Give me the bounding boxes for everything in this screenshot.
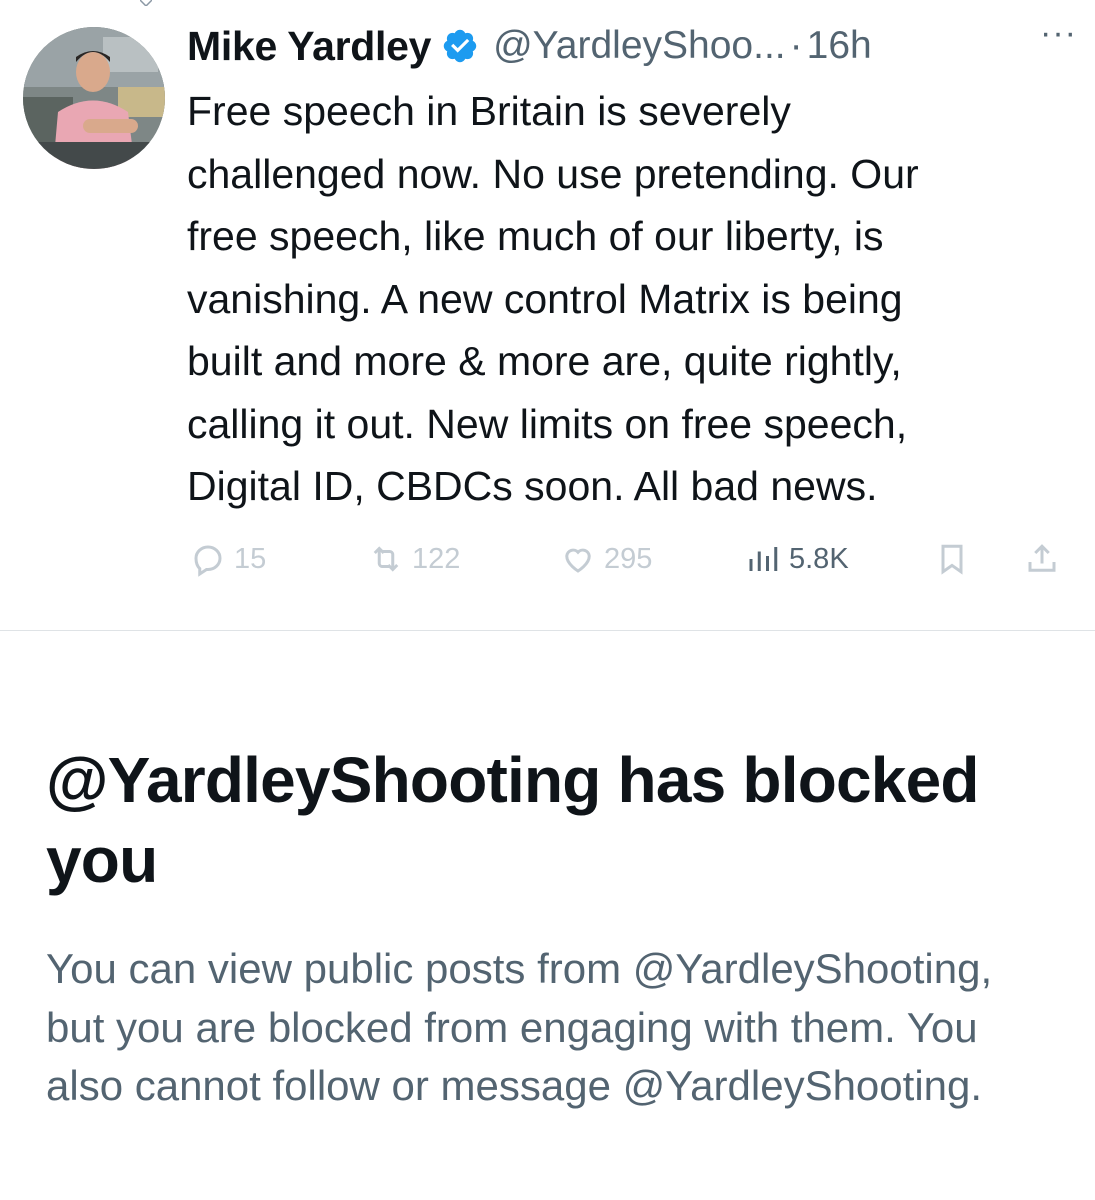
like-button[interactable]: 295 — [560, 535, 652, 583]
thread-caret-icon — [140, 0, 152, 6]
more-options-icon[interactable]: ··· — [1040, 14, 1077, 53]
blocked-title: @YardleyShooting has blocked you — [46, 744, 979, 896]
tweet-actions: 15 122 295 5.8K — [190, 535, 1070, 585]
separator-dot: · — [789, 24, 803, 67]
reply-count: 15 — [234, 542, 267, 575]
views-icon — [749, 547, 778, 571]
like-icon — [565, 548, 591, 573]
reply-icon — [194, 545, 222, 577]
tweet-header: Mike Yardley @YardleyShoo... · 16h — [187, 18, 1077, 74]
retweet-button[interactable]: 122 — [368, 535, 460, 583]
divider — [0, 630, 1095, 631]
like-count: 295 — [604, 542, 653, 575]
avatar[interactable] — [23, 27, 165, 169]
blocked-description: You can view public posts from @YardleyS… — [46, 945, 993, 1109]
tweet-text: Free speech in Britain is severely chall… — [187, 88, 919, 509]
views-button[interactable]: 5.8K — [745, 535, 849, 583]
tweet-timestamp[interactable]: 16h — [807, 24, 872, 68]
retweet-count: 122 — [412, 542, 461, 575]
share-button[interactable] — [1024, 535, 1068, 583]
verified-badge-icon — [443, 29, 477, 63]
author-handle[interactable]: @YardleyShoo... — [493, 24, 786, 68]
retweet-icon — [373, 546, 399, 572]
views-count: 5.8K — [789, 542, 849, 575]
bookmark-button[interactable] — [934, 535, 978, 583]
tweet[interactable]: Mike Yardley @YardleyShoo... · 16h ··· F… — [0, 0, 1095, 630]
bookmark-icon — [941, 544, 963, 575]
author-name[interactable]: Mike Yardley — [187, 23, 431, 70]
reply-button[interactable]: 15 — [190, 535, 266, 583]
share-icon — [1028, 544, 1056, 572]
